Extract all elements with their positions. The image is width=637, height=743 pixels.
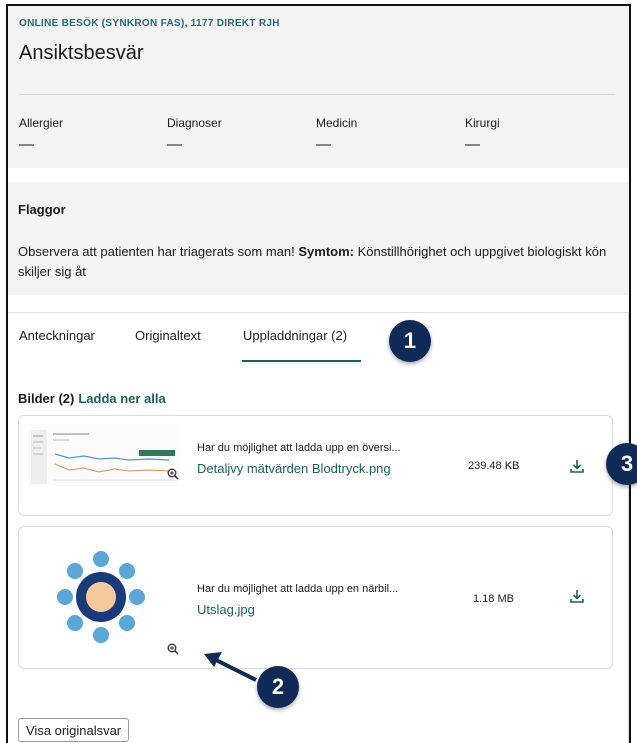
download-all-link[interactable]: Ladda ner alla [78,391,165,406]
download-icon[interactable] [569,458,585,474]
zoom-in-icon[interactable] [167,468,179,480]
summary-label: Kirurgi [465,116,500,130]
upload-card: Har du möjlighet att ladda upp en närbil… [18,526,613,669]
summary-label: Allergier [19,116,64,130]
summary-value: — [19,136,34,153]
flags-symptom-label: Symtom: [298,244,354,259]
summary-label: Medicin [316,116,358,130]
show-original-answer-button[interactable]: Visa originalsvar [18,718,130,742]
upload-file-size: 1.18 MB [473,593,514,605]
tab-uppladdningar[interactable]: Uppladdningar (2) [243,328,347,343]
header-divider [19,94,615,95]
upload-filename-link[interactable]: Utslag.jpg [197,602,255,617]
flags-text: Observera att patienten har triagerats s… [18,242,608,282]
upload-message: Har du möjlighet att ladda upp en närbil… [197,583,399,595]
summary-label: Diagnoser [167,116,222,130]
summary-value: — [167,136,182,153]
visit-header: ONLINE BESÖK (SYNKRON FAS), 1177 DIREKT … [8,6,629,168]
annotation-badge-1: 1 [389,320,431,362]
summary-medication: Medicin — [316,116,357,152]
visit-type-label: ONLINE BESÖK (SYNKRON FAS), 1177 DIREKT … [19,18,280,29]
flags-text-intro: Observera att patienten har triagerats s… [18,244,299,259]
flags-title: Flaggor [18,202,66,217]
upload-message: Har du möjlighet att ladda upp en översi… [197,442,401,454]
summary-value: — [316,136,331,153]
upload-file-size: 239.48 KB [468,460,520,472]
zoom-in-icon[interactable] [167,643,179,655]
summary-diagnoses: Diagnoser — [167,116,222,152]
download-icon[interactable] [569,588,585,604]
summary-allergies: Allergier — [19,116,63,152]
tab-anteckningar[interactable]: Anteckningar [19,328,95,343]
image-thumbnail[interactable] [29,424,179,486]
chart-screenshot-thumbnail [29,424,179,486]
tab-originaltext[interactable]: Originaltext [135,328,201,343]
rash-image-thumbnail[interactable] [53,549,149,645]
summary-value: — [465,136,480,153]
images-count-label: Bilder (2) [18,391,75,406]
upload-card: Har du möjlighet att ladda upp en översi… [18,415,613,516]
annotation-badge-2: 2 [257,666,299,708]
flags-panel: Flaggor Observera att patienten har tria… [8,182,629,295]
summary-surgery: Kirurgi — [465,116,500,152]
active-tab-indicator [242,360,361,362]
page-title: Ansiktsbesvär [19,42,144,64]
annotation-badge-3-clip: 3 [596,440,637,490]
annotation-badge-3: 3 [606,443,637,485]
upload-filename-link[interactable]: Detaljvy mätvärden Blodtryck.png [197,461,391,476]
images-heading: Bilder (2) Ladda ner alla [18,391,166,406]
